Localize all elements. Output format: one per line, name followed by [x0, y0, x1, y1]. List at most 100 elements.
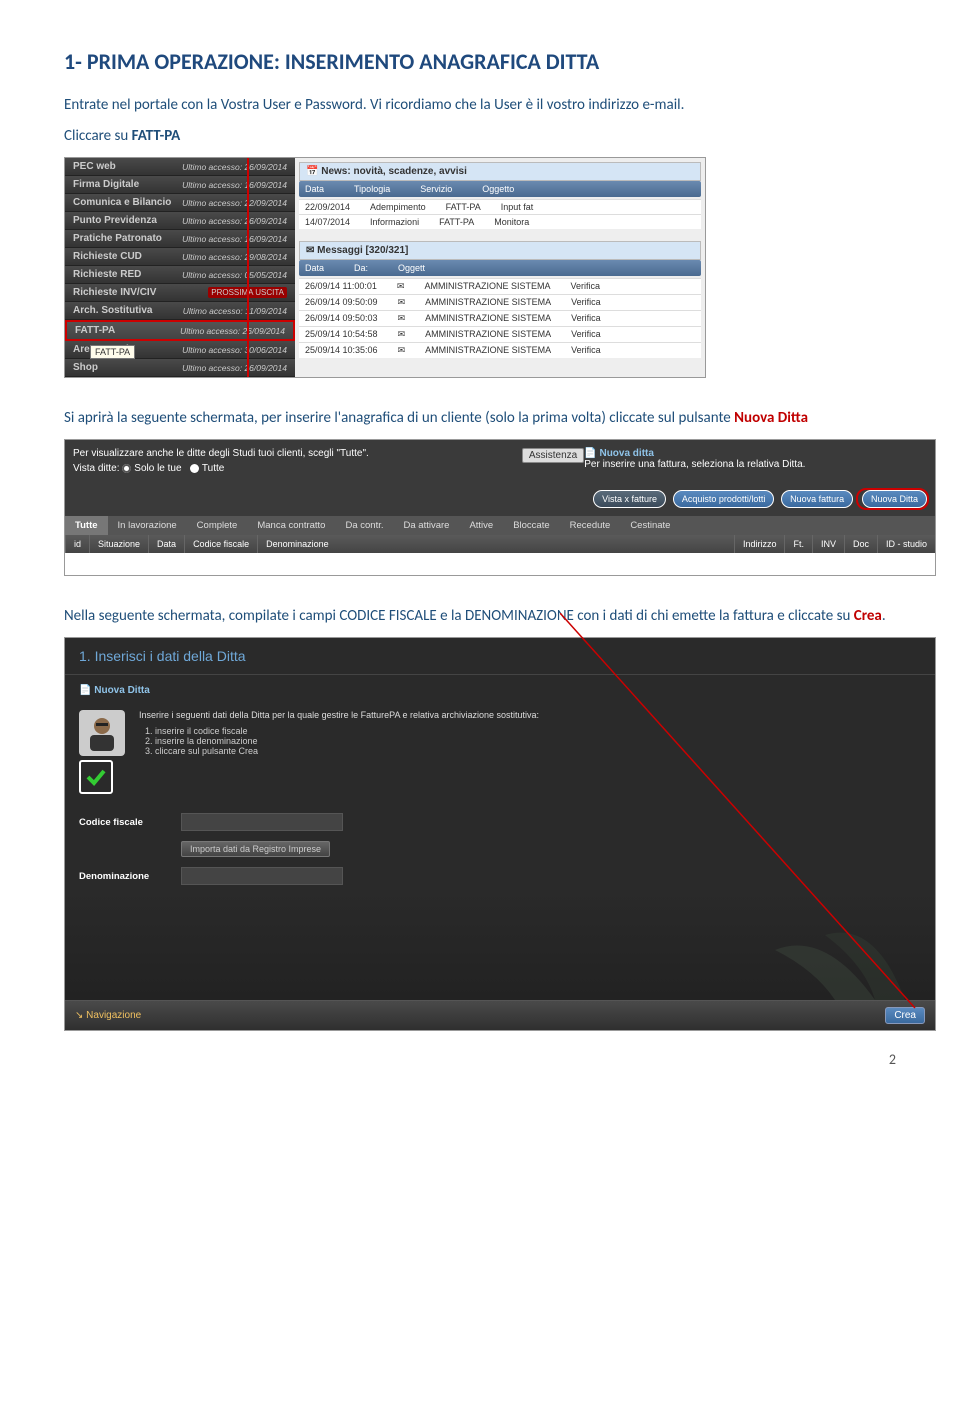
- sidebar-item[interactable]: Firma DigitaleUltimo accesso: 16/09/2014: [65, 176, 295, 194]
- pill-acquisto[interactable]: Acquisto prodotti/lotti: [673, 490, 775, 508]
- sidebar-item[interactable]: ShopUltimo accesso: 26/09/2014: [65, 359, 295, 377]
- cell: 26/09/14 09:50:03: [305, 313, 378, 324]
- pill-nuova-fattura[interactable]: Nuova fattura: [781, 490, 853, 508]
- col[interactable]: Situazione: [89, 535, 148, 553]
- cell: AMMINISTRAZIONE SISTEMA: [425, 345, 551, 356]
- sidebar-item-access: Ultimo accesso: 26/09/2014: [182, 162, 287, 172]
- sidebar-item-access: Ultimo accesso: 16/09/2014: [182, 234, 287, 244]
- col[interactable]: Codice fiscale: [184, 535, 257, 553]
- page-number: 2: [64, 1051, 896, 1068]
- radio-solo[interactable]: [122, 464, 131, 473]
- input-denominazione[interactable]: [181, 867, 343, 885]
- sidebar-item-access: Ultimo accesso: 26/09/2014: [182, 363, 287, 373]
- help-text: Per visualizzare anche le ditte degli St…: [73, 448, 522, 459]
- cell: 14/07/2014: [305, 217, 350, 227]
- intro-2a: Cliccare su: [64, 127, 132, 145]
- sidebar-item[interactable]: Comunica e BilancioUltimo accesso: 22/09…: [65, 194, 295, 212]
- col[interactable]: Indirizzo: [734, 535, 785, 553]
- news-row[interactable]: 22/09/2014AdempimentoFATT-PAInput fat: [299, 199, 701, 214]
- sidebar-item-fattpa[interactable]: FATT-PAUltimo accesso: 26/09/2014: [65, 320, 295, 341]
- col[interactable]: Denominazione: [257, 535, 734, 553]
- sidebar-menu: PEC webUltimo accesso: 26/09/2014 Firma …: [65, 158, 295, 377]
- cell: 26/09/14 11:00:01: [305, 281, 377, 292]
- highlight-box: Nuova Ditta: [856, 488, 929, 510]
- col: Da:: [354, 263, 368, 273]
- radio-tutte[interactable]: [190, 464, 199, 473]
- sidebar-item[interactable]: PEC webUltimo accesso: 26/09/2014: [65, 158, 295, 176]
- col[interactable]: id: [65, 535, 89, 553]
- news-header: Data Tipologia Servizio Oggetto: [299, 181, 701, 197]
- messages-header: Data Da: Oggett: [299, 260, 701, 276]
- form-box-title: Nuova Ditta: [94, 685, 150, 696]
- sidebar-item-access: Ultimo accesso: 22/09/2014: [182, 198, 287, 208]
- crea-button[interactable]: Crea: [885, 1007, 925, 1024]
- tab[interactable]: Da attivare: [394, 516, 460, 535]
- msg-row[interactable]: 26/09/14 09:50:09✉AMMINISTRAZIONE SISTEM…: [299, 294, 701, 310]
- sidebar-item-access: Ultimo accesso: 16/09/2014: [182, 180, 287, 190]
- tab[interactable]: Manca contratto: [247, 516, 335, 535]
- tab[interactable]: Complete: [187, 516, 248, 535]
- sidebar-item[interactable]: Richieste CUDUltimo accesso: 29/08/2014: [65, 248, 295, 266]
- form-instructions: Inserire i seguenti dati della Ditta per…: [139, 710, 539, 794]
- mid-paragraph-1: Si aprirà la seguente schermata, per ins…: [64, 408, 896, 429]
- tab[interactable]: Da contr.: [335, 516, 393, 535]
- form-row-import: Importa dati da Registro Imprese: [65, 836, 935, 862]
- msg-row[interactable]: 26/09/14 09:50:03✉AMMINISTRAZIONE SISTEM…: [299, 310, 701, 326]
- tooltip: FATT-PA: [90, 345, 135, 359]
- form-row-cf: Codice fiscale: [65, 808, 935, 836]
- tab[interactable]: Bloccate: [503, 516, 559, 535]
- sidebar-item[interactable]: Arch. SostitutivaUltimo accesso: 11/09/2…: [65, 302, 295, 320]
- msg-title-text: Messaggi [320/321]: [317, 245, 408, 256]
- input-codice-fiscale[interactable]: [181, 813, 343, 831]
- news-panel-title: 📅 News: novità, scadenze, avvisi: [299, 162, 701, 181]
- tab[interactable]: Attive: [459, 516, 503, 535]
- step: inserire la denominazione: [155, 736, 539, 746]
- nav-label: Navigazione: [86, 1010, 141, 1021]
- sc2-top: Per visualizzare anche le ditte degli St…: [65, 440, 935, 482]
- tab[interactable]: Recedute: [560, 516, 621, 535]
- page-heading: 1- PRIMA OPERAZIONE: INSERIMENTO ANAGRAF…: [64, 48, 896, 75]
- messages-panel-title: ✉ Messaggi [320/321]: [299, 241, 701, 260]
- sidebar-item[interactable]: Punto PrevidenzaUltimo accesso: 26/09/20…: [65, 212, 295, 230]
- label-denominazione: Denominazione: [79, 871, 169, 882]
- assist-button[interactable]: Assistenza: [522, 448, 584, 463]
- screenshot-3: 1. Inserisci i dati della Ditta 📄 Nuova …: [64, 637, 936, 1031]
- sidebar-item-label: Richieste RED: [73, 269, 141, 280]
- col[interactable]: Ft.: [784, 535, 812, 553]
- tab-tutte[interactable]: Tutte: [65, 516, 108, 535]
- sidebar-item[interactable]: Pratiche PatronatoUltimo accesso: 16/09/…: [65, 230, 295, 248]
- mid2a: Nella seguente schermata, compilate i ca…: [64, 607, 854, 625]
- radio-group: Vista ditte: Solo le tue Tutte: [73, 463, 522, 474]
- pill-nuova-ditta[interactable]: Nuova Ditta: [862, 490, 927, 508]
- msg-row[interactable]: 25/09/14 10:35:06✉AMMINISTRAZIONE SISTEM…: [299, 342, 701, 358]
- intro-paragraph-1: Entrate nel portale con la Vostra User e…: [64, 95, 896, 116]
- sidebar-item-access: Ultimo accesso: 26/09/2014: [180, 326, 285, 336]
- col: Oggetto: [482, 184, 514, 194]
- sidebar-item-label: Richieste INV/CIV: [73, 287, 156, 298]
- sidebar-item[interactable]: Richieste REDUltimo accesso: 05/05/2014: [65, 266, 295, 284]
- annotation-line: [247, 158, 249, 377]
- cell: Monitora: [494, 217, 529, 227]
- mid2b-highlight: Crea: [854, 607, 882, 625]
- news-title-text: News: novità, scadenze, avvisi: [321, 166, 467, 177]
- pill-vista[interactable]: Vista x fatture: [593, 490, 666, 508]
- col[interactable]: Data: [148, 535, 184, 553]
- tab[interactable]: Cestinate: [620, 516, 680, 535]
- nav-link[interactable]: ↘ Navigazione: [75, 1010, 141, 1021]
- news-row[interactable]: 14/07/2014InformazioniFATT-PAMonitora: [299, 214, 701, 229]
- msg-row[interactable]: 25/09/14 10:54:58✉AMMINISTRAZIONE SISTEM…: [299, 326, 701, 342]
- cell: AMMINISTRAZIONE SISTEMA: [424, 281, 550, 292]
- form-body: Inserire i seguenti dati della Ditta per…: [65, 696, 935, 808]
- mid1a: Si aprirà la seguente schermata, per ins…: [64, 409, 734, 427]
- import-button[interactable]: Importa dati da Registro Imprese: [181, 841, 330, 857]
- col[interactable]: ID - studio: [877, 535, 935, 553]
- tab[interactable]: In lavorazione: [108, 516, 187, 535]
- col[interactable]: INV: [812, 535, 844, 553]
- intro-paragraph-2: Cliccare su FATT-PA: [64, 126, 896, 147]
- sidebar-item[interactable]: Richieste INV/CIVPROSSIMA USCITA: [65, 284, 295, 302]
- steps-list: inserire il codice fiscale inserire la d…: [139, 726, 539, 756]
- col[interactable]: Doc: [844, 535, 877, 553]
- msg-row[interactable]: 26/09/14 11:00:01✉AMMINISTRAZIONE SISTEM…: [299, 278, 701, 294]
- cell: Verifica: [571, 329, 601, 340]
- dashboard-right: 📅 News: novità, scadenze, avvisi Data Ti…: [295, 158, 705, 377]
